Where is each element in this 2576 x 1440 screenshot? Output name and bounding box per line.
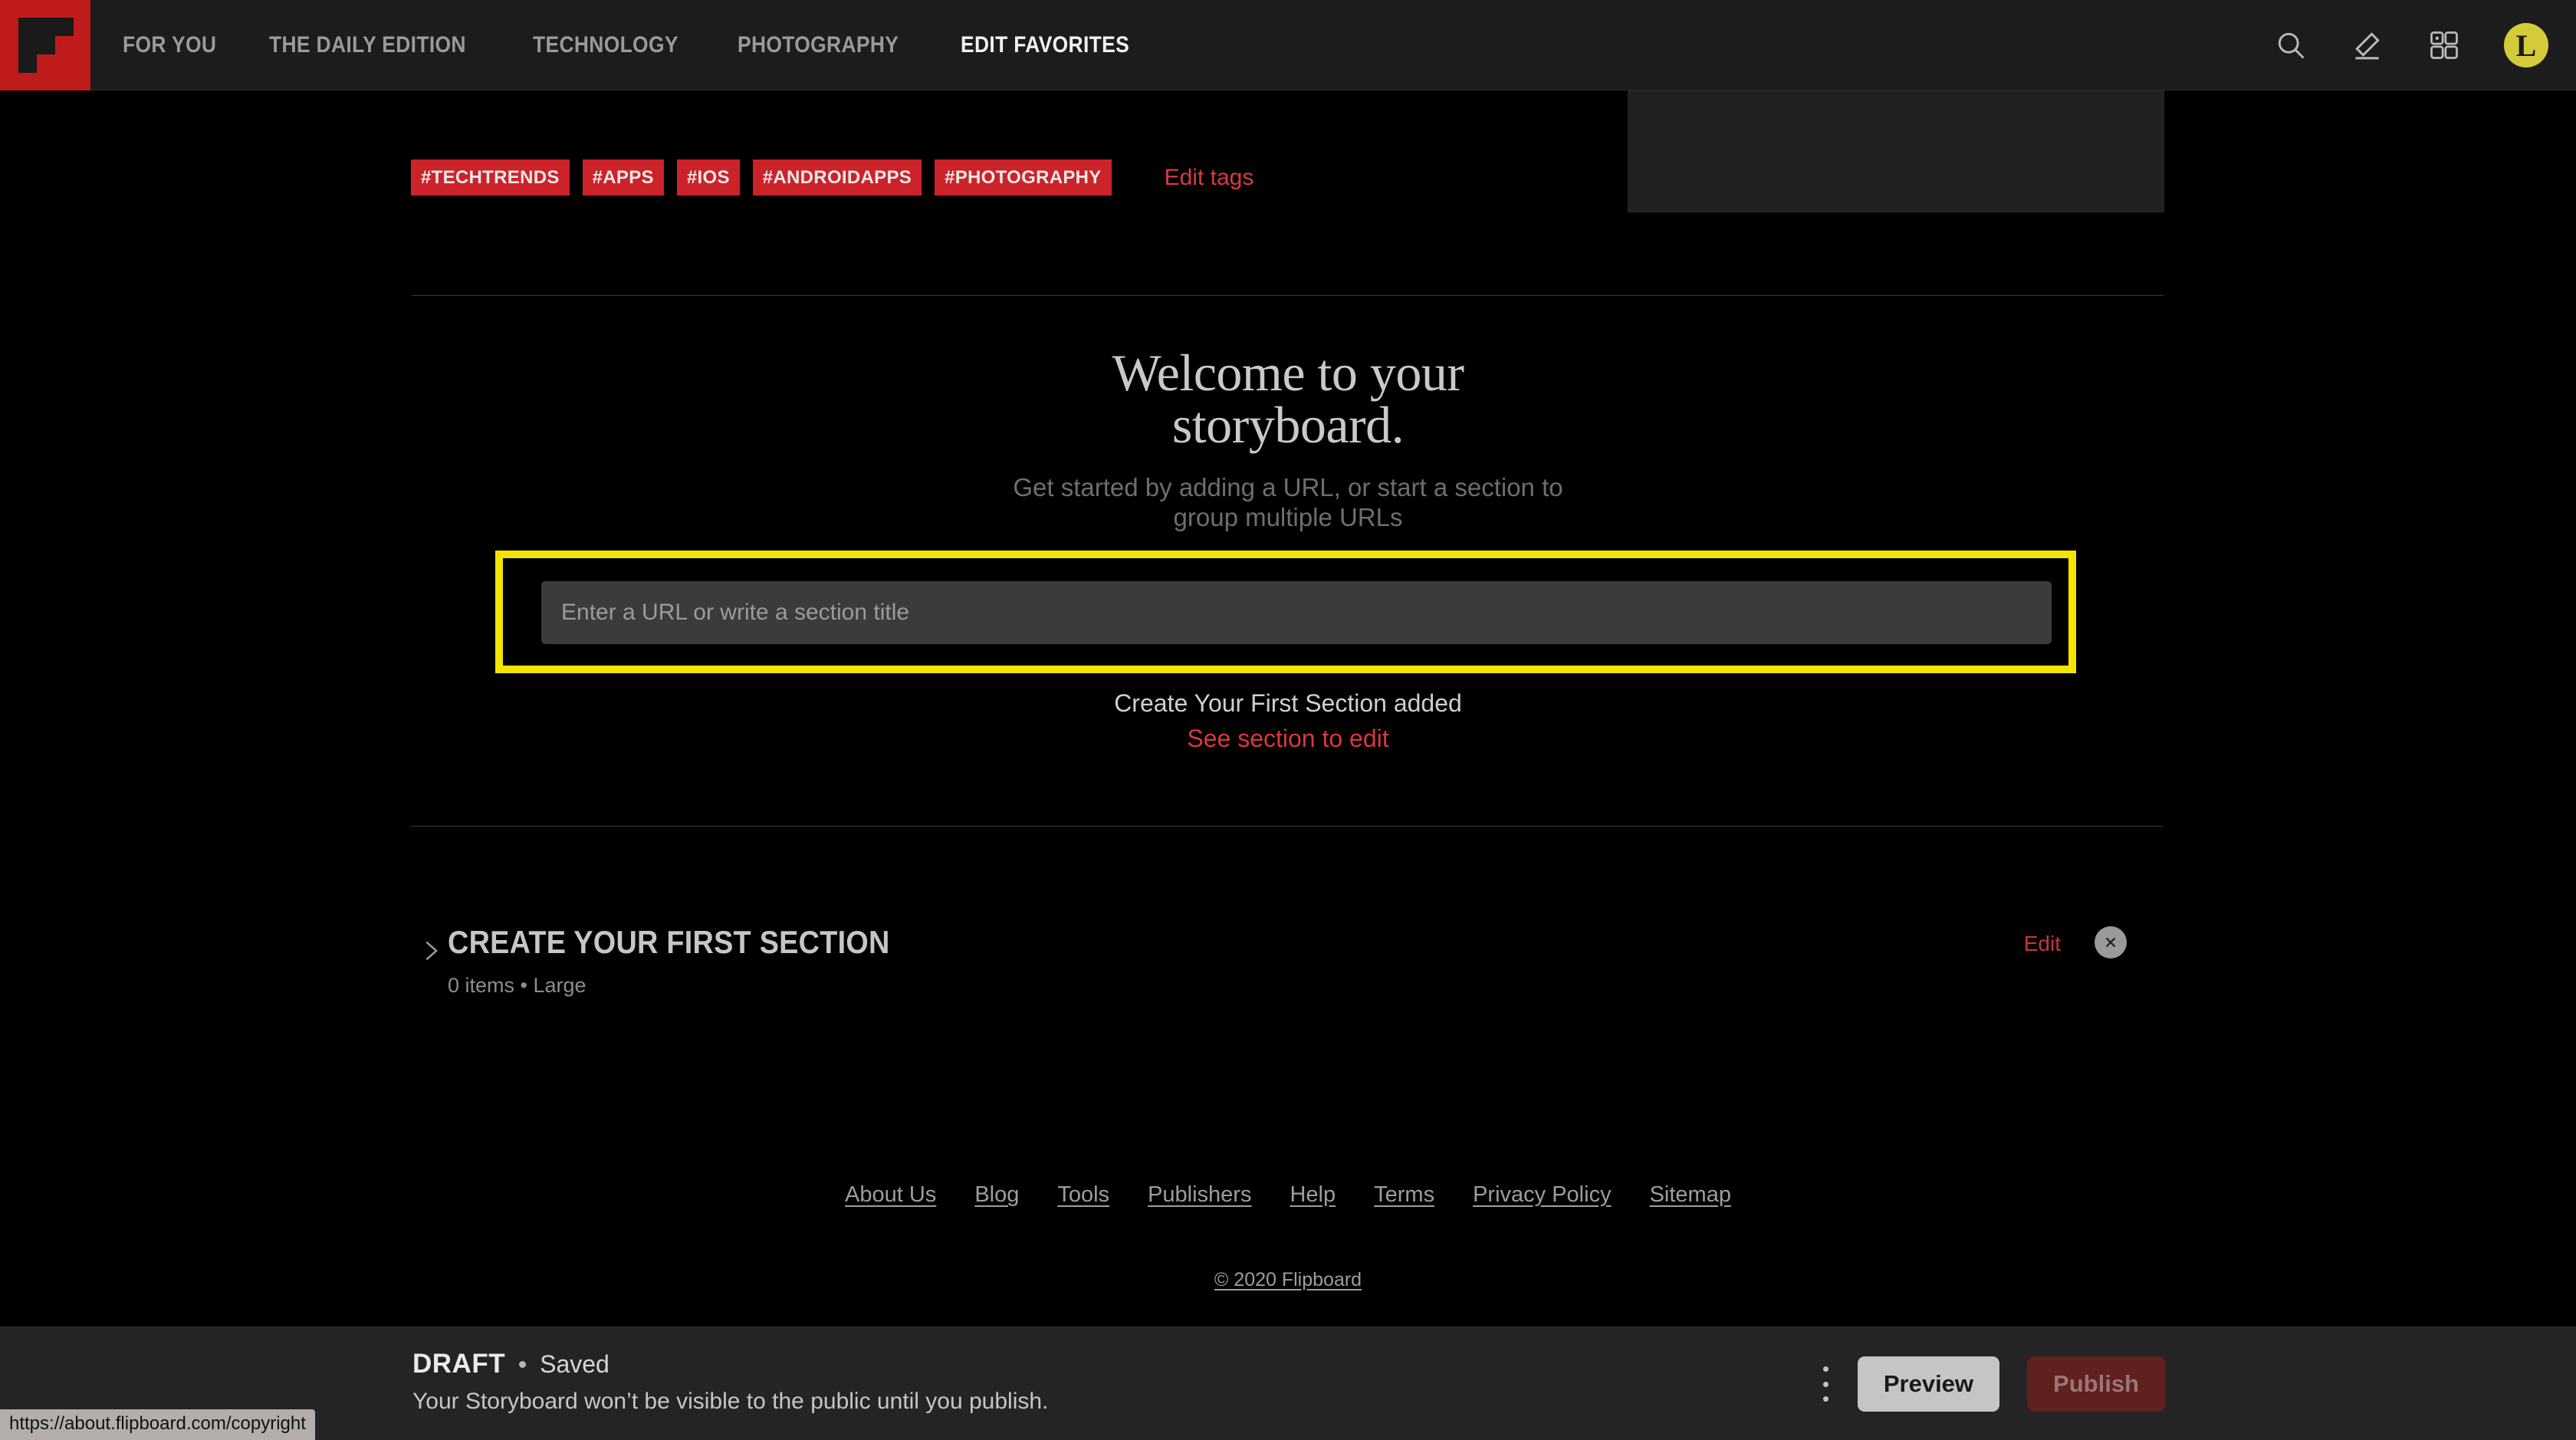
kebab-menu-icon[interactable] xyxy=(1822,1366,1830,1402)
section-close-button[interactable] xyxy=(2095,926,2127,958)
footer-link-blog[interactable]: Blog xyxy=(974,1182,1019,1208)
tag-chip[interactable]: #IOS xyxy=(676,159,740,196)
footer-links: About Us Blog Tools Publishers Help Term… xyxy=(0,1182,2576,1208)
page-subtitle-line-2: group multiple URLs xyxy=(1173,503,1403,531)
draft-status: DRAFT Saved xyxy=(412,1349,1048,1379)
chevron-right-icon[interactable] xyxy=(418,938,444,964)
draft-info: DRAFT Saved Your Storyboard won’t be vis… xyxy=(412,1349,1048,1415)
nav-links: FOR YOU THE DAILY EDITION TECHNOLOGY PHO… xyxy=(123,32,1152,58)
grid-icon[interactable] xyxy=(2427,28,2461,62)
footer-link-about-us[interactable]: About Us xyxy=(845,1182,936,1208)
search-icon[interactable] xyxy=(2274,28,2308,62)
page-title: Welcome to your storyboard. xyxy=(0,347,2576,451)
nav-actions: L xyxy=(2274,0,2548,90)
section-row: CREATE YOUR FIRST SECTION 0 items • Larg… xyxy=(411,924,2164,1016)
draft-note: Your Storyboard won’t be visible to the … xyxy=(412,1389,1049,1414)
section-added-notice: Create Your First Section added See sect… xyxy=(0,686,2576,755)
preview-button[interactable]: Preview xyxy=(1857,1356,2000,1412)
avatar[interactable]: L xyxy=(2504,23,2548,67)
tags-row: #TECHTRENDS #APPS #IOS #ANDROIDAPPS #PHO… xyxy=(411,159,1254,196)
footer-link-publishers[interactable]: Publishers xyxy=(1148,1182,1251,1208)
tag-chip[interactable]: #APPS xyxy=(582,159,664,196)
nav-link-technology[interactable]: TECHNOLOGY xyxy=(533,32,678,58)
tag-chip[interactable]: #PHOTOGRAPHY xyxy=(935,159,1112,196)
nav-link-photography[interactable]: PHOTOGRAPHY xyxy=(738,32,899,58)
draft-status-bar: DRAFT Saved Your Storyboard won’t be vis… xyxy=(0,1327,2576,1440)
tag-chip[interactable]: #ANDROIDAPPS xyxy=(752,159,922,196)
section-title[interactable]: CREATE YOUR FIRST SECTION xyxy=(448,924,890,961)
tag-chip[interactable]: #TECHTRENDS xyxy=(411,159,570,196)
draft-actions: Preview Publish xyxy=(1822,1327,2165,1440)
footer-link-terms[interactable]: Terms xyxy=(1374,1182,1434,1208)
copyright-link[interactable]: © 2020 Flipboard xyxy=(1214,1269,1362,1290)
section-added-message: Create Your First Section added xyxy=(1114,689,1462,717)
see-section-to-edit-link[interactable]: See section to edit xyxy=(0,722,2576,755)
nav-link-for-you[interactable]: FOR YOU xyxy=(123,32,216,58)
saved-status: Saved xyxy=(540,1350,610,1378)
browser-status-bar: https://about.flipboard.com/copyright xyxy=(0,1409,315,1440)
top-navigation-bar: FOR YOU THE DAILY EDITION TECHNOLOGY PHO… xyxy=(0,0,2576,90)
separator-dot-icon xyxy=(519,1360,527,1368)
divider-bottom xyxy=(411,826,2164,827)
nav-link-edit-favorites[interactable]: EDIT FAVORITES xyxy=(961,32,1129,58)
nav-link-the-daily-edition[interactable]: THE DAILY EDITION xyxy=(269,32,466,58)
url-input[interactable] xyxy=(541,581,2052,644)
page-title-line-1: Welcome to your xyxy=(1112,344,1464,402)
welcome-block: Welcome to your storyboard. Get started … xyxy=(0,347,2576,532)
cover-image-placeholder[interactable] xyxy=(1628,90,2164,212)
publish-button[interactable]: Publish xyxy=(2027,1356,2165,1412)
section-meta: 0 items • Large xyxy=(448,974,586,997)
page-subtitle: Get started by adding a URL, or start a … xyxy=(0,472,2576,532)
draft-label: DRAFT xyxy=(412,1349,506,1379)
section-edit-link[interactable]: Edit xyxy=(2024,932,2061,956)
close-icon xyxy=(2105,937,2116,948)
page-subtitle-line-1: Get started by adding a URL, or start a … xyxy=(1013,473,1563,501)
footer-link-help[interactable]: Help xyxy=(1290,1182,1336,1208)
copyright: © 2020 Flipboard xyxy=(0,1269,2576,1291)
footer-link-tools[interactable]: Tools xyxy=(1057,1182,1109,1208)
pencil-icon[interactable] xyxy=(2351,28,2384,62)
divider-top xyxy=(411,295,2164,296)
flipboard-logo[interactable] xyxy=(0,0,90,90)
page-title-line-2: storyboard. xyxy=(1171,396,1405,454)
flipboard-logo-icon xyxy=(18,17,74,73)
footer-link-sitemap[interactable]: Sitemap xyxy=(1650,1182,1731,1208)
edit-tags-link[interactable]: Edit tags xyxy=(1165,165,1254,191)
footer-link-privacy-policy[interactable]: Privacy Policy xyxy=(1473,1182,1612,1208)
